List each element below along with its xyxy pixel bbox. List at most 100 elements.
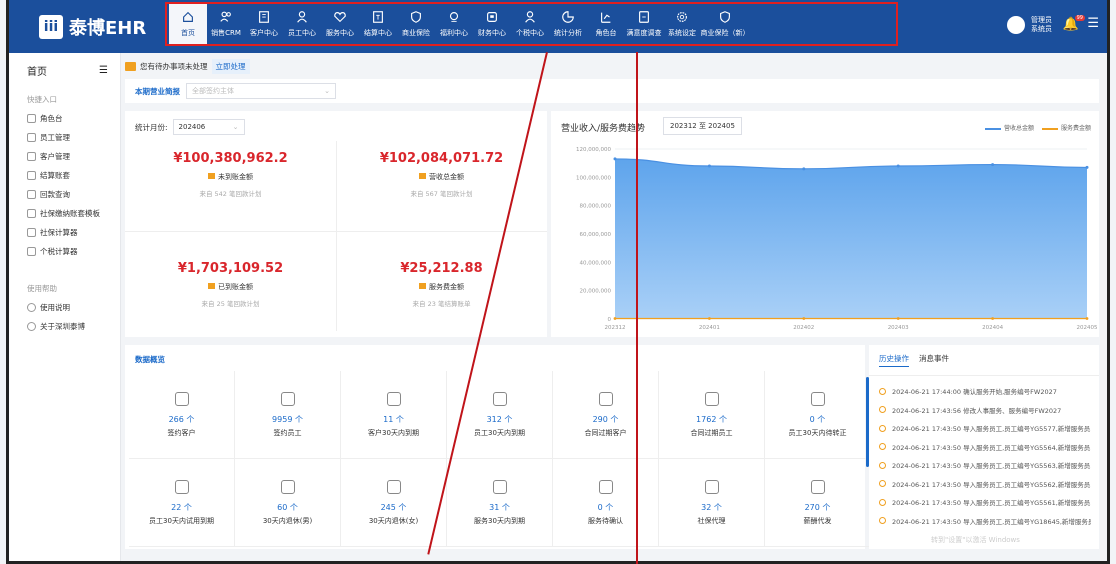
sidebar-item-quick-0[interactable]: 角色台 [9,109,120,128]
history-text: 2024-06-21 17:43:50 导入服务员工,员工编号YG5561,新增… [892,499,1091,508]
x-tick-label: 202403 [888,325,909,331]
history-row[interactable]: 2024-06-21 17:43:50 导入服务员工,员工编号YG5563,新增… [879,456,1091,475]
nav-item-label: 商业保险（新） [700,29,750,37]
overview-stat-count: 312 个 [486,414,513,424]
overview-stat[interactable]: 266 个 签约客户 [129,371,235,459]
clock-icon [879,387,886,395]
overview-stat-count: 31 个 [489,502,510,512]
overview-stat[interactable]: 31 个 服务30天内到期 [447,459,553,547]
customer-icon [27,152,36,161]
revenue-point [1085,165,1089,169]
stat-month-select[interactable]: 202406 ⌄ [172,119,245,135]
tab-message-events[interactable]: 消息事件 [919,353,949,367]
sidebar-item-label: 角色台 [40,114,63,123]
nav-item-2[interactable]: 客户中心 [245,4,283,44]
chevron-down-icon: ⌄ [232,123,239,131]
hamburger-menu-icon[interactable]: ☰ [1087,16,1099,31]
nav-item-8[interactable]: 财务中心 [473,4,511,44]
user-menu[interactable]: 管理员 系统员 [1007,16,1052,34]
overview-stat[interactable]: 22 个 员工30天内试用到期 [129,459,235,547]
overview-stat-count: 0 个 [809,414,826,424]
building-icon [259,11,269,23]
nav-item-14[interactable]: 商业保险（新） [700,4,750,44]
brand-logo[interactable]: iii 泰博EHR [39,14,146,40]
nav-item-0[interactable]: 首页 [169,4,207,44]
history-row[interactable]: 2024-06-21 17:43:50 导入服务员工,员工编号YG5562,新增… [879,475,1091,494]
nav-item-4[interactable]: 服务中心 [321,4,359,44]
scrollbar[interactable] [866,377,869,467]
overview-stat-label: 30天内退休(男) [262,516,313,525]
nav-item-10[interactable]: 统计分析 [549,4,587,44]
sidebar-item-help-1[interactable]: 关于深圳泰博 [9,317,120,336]
overview-stat[interactable]: 32 个 社保代理 [659,459,765,547]
history-row[interactable]: 2024-06-21 17:43:50 导入服务员工,员工编号YG5561,新增… [879,493,1091,512]
overview-stat-label: 薪酬代发 [803,516,832,525]
overview-stat[interactable]: 9959 个 签约员工 [235,371,341,459]
nav-item-12[interactable]: 满意度调查 [625,4,663,44]
nav-item-7[interactable]: 福利中心 [435,4,473,44]
sidebar-item-quick-3[interactable]: 结算账套 [9,166,120,185]
tab-history-ops[interactable]: 历史操作 [879,353,909,367]
overview-stat[interactable]: 270 个 薪酬代发 [765,459,871,547]
kpi-name: 未到账金额 [125,172,336,182]
history-row[interactable]: 2024-06-21 17:43:50 导入服务员工,员工编号YG5577,新增… [879,419,1091,438]
sidebar: 首页 ☰ 快捷入口 角色台 员工管理 客户管理 结算账套 回款查询 社保缴纳账套模板 社保计… [9,53,121,561]
contract-entity-select[interactable]: 全部签约主体 ⌄ [186,83,336,99]
nav-item-label: 销售CRM [211,29,241,37]
sidebar-item-label: 社保缴纳账套模板 [40,209,100,218]
y-tick-label: 60,000,000 [580,232,612,238]
history-row[interactable]: 2024-06-21 17:43:50 导入服务员工,员工编号YG5564,新增… [879,438,1091,457]
briefcase-icon [704,391,719,406]
collapse-icon[interactable]: ☰ [99,65,108,76]
clock-icon [879,406,886,414]
history-list: 2024-06-21 17:44:00 确认服务开始,服务编号FW2027 202… [869,376,1099,530]
overview-stat-label: 服务待确认 [588,516,623,525]
history-row[interactable]: 2024-06-21 17:44:00 确认服务开始,服务编号FW2027 [879,382,1091,401]
nav-item-1[interactable]: 销售CRM [207,4,245,44]
kpi-card: ¥100,380,962.2 未到账金额 来自 542 笔回款计划 [125,151,336,198]
data-overview-card: 数据概览 266 个 签约客户 9959 个 签约员工 11 个 客户30天内到… [125,345,871,549]
kpi-card: ¥1,703,109.52 已到账金额 来自 25 笔回款计划 [125,261,336,308]
history-text: 2024-06-21 17:44:00 确认服务开始,服务编号FW2027 [892,388,1057,397]
overview-stat[interactable]: 60 个 30天内退休(男) [235,459,341,547]
heart-icon [492,479,507,494]
overview-stat[interactable]: 1762 个 合同过期员工 [659,371,765,459]
clock-icon [879,498,886,506]
overview-stat-label: 客户30天内到期 [368,428,419,437]
avatar[interactable] [1007,16,1025,34]
sidebar-item-quick-7[interactable]: 个税计算器 [9,242,120,261]
nav-item-9[interactable]: 个税中心 [511,4,549,44]
history-text: 2024-06-21 17:43:50 导入服务员工,员工编号YG5563,新增… [892,462,1091,471]
overview-stat[interactable]: 11 个 客户30天内到期 [341,371,447,459]
overview-stat[interactable]: 0 个 服务待确认 [553,459,659,547]
sidebar-item-help-0[interactable]: 使用说明 [9,298,120,317]
sidebar-item-label: 回款查询 [40,190,70,199]
overview-stat-label: 签约客户 [167,428,196,437]
invoice-icon [373,11,383,23]
history-row[interactable]: 2024-06-21 17:43:56 修改人事服务、服务编号FW2027 [879,401,1091,420]
sidebar-item-quick-4[interactable]: 回款查询 [9,185,120,204]
nav-item-5[interactable]: 结算中心 [359,4,397,44]
nav-item-label: 系统设定 [668,29,696,37]
nav-item-label: 首页 [181,29,195,37]
nav-item-11[interactable]: 角色台 [587,4,625,44]
history-text: 2024-06-21 17:43:50 导入服务员工,员工编号YG18645,新… [892,517,1091,526]
overview-stat[interactable]: 0 个 员工30天内待转正 [765,371,871,459]
sidebar-item-quick-1[interactable]: 员工管理 [9,128,120,147]
overview-stat[interactable]: 312 个 员工30天内到期 [447,371,553,459]
help-icon [27,303,36,312]
sidebar-item-quick-5[interactable]: 社保缴纳账套模板 [9,204,120,223]
nav-item-label: 个税中心 [516,29,544,37]
sidebar-item-quick-6[interactable]: 社保计算器 [9,223,120,242]
handle-now-button[interactable]: 立即处理 [211,58,250,74]
nav-item-13[interactable]: 系统设定 [663,4,701,44]
history-text: 2024-06-21 17:43:50 导入服务员工,员工编号YG5564,新增… [892,443,1091,452]
sidebar-item-quick-2[interactable]: 客户管理 [9,147,120,166]
nav-item-label: 满意度调查 [626,29,662,37]
service-fee-point [991,317,994,320]
history-row[interactable]: 2024-06-21 17:43:50 导入服务员工,员工编号YG18645,新… [879,512,1091,531]
nav-item-3[interactable]: 员工中心 [283,4,321,44]
nav-item-6[interactable]: 商业保险 [397,4,435,44]
overview-stat[interactable]: 290 个 合同过期客户 [553,371,659,459]
history-panel: 历史操作 消息事件 2024-06-21 17:44:00 确认服务开始,服务编… [866,345,1099,549]
